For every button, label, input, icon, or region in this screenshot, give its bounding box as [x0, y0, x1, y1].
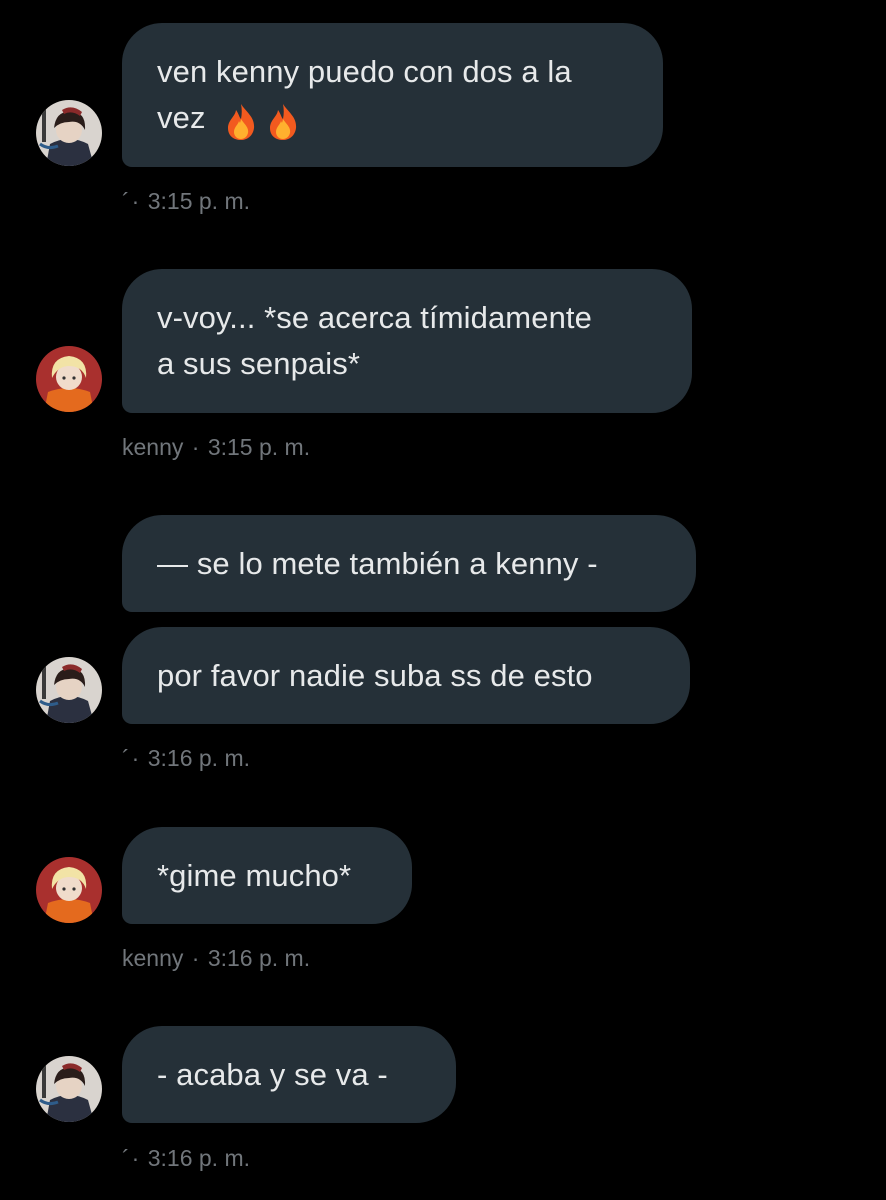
- meta-glyph: ´: [122, 1145, 130, 1171]
- meta-separator: ·: [131, 745, 140, 771]
- message-time: 3:16 p. m.: [147, 1145, 251, 1171]
- meta-glyph: ´: [122, 188, 130, 214]
- message-text: por favor nadie suba ss de esto: [157, 657, 593, 693]
- dm-conversation: ven kenny puedo con dos a la vez ´· 3:15…: [0, 0, 886, 1200]
- message-bubble[interactable]: - acaba y se va -: [122, 1026, 456, 1123]
- dark-haired-user-avatar-icon[interactable]: [36, 100, 102, 166]
- message-text: — se lo mete también a kenny -: [157, 545, 598, 581]
- fire-emoji-pair: [220, 103, 300, 141]
- message-text: *gime mucho*: [157, 857, 352, 893]
- message-bubble[interactable]: por favor nadie suba ss de esto: [122, 627, 690, 724]
- meta-glyph: ´: [122, 745, 130, 771]
- message-bubble[interactable]: ven kenny puedo con dos a la vez: [122, 23, 663, 167]
- message-time: 3:15 p. m.: [207, 434, 311, 460]
- meta-separator: ·: [191, 434, 200, 460]
- blonde-user-avatar-icon[interactable]: [36, 857, 102, 923]
- meta-separator: ·: [131, 1145, 140, 1171]
- dark-haired-user-avatar-icon[interactable]: [36, 1056, 102, 1122]
- message-bubble[interactable]: v-voy... *se acerca tímidamente a sus se…: [122, 269, 692, 413]
- fire-icon: [228, 104, 255, 140]
- sender-name[interactable]: kenny: [122, 945, 183, 971]
- meta-separator: ·: [191, 945, 200, 971]
- meta-separator: ·: [131, 188, 140, 214]
- message-meta: kenny · 3:15 p. m.: [122, 432, 310, 462]
- message-text: - acaba y se va -: [157, 1056, 388, 1092]
- message-time: 3:15 p. m.: [147, 188, 251, 214]
- message-meta: ´· 3:16 p. m.: [122, 1143, 250, 1173]
- message-bubble[interactable]: — se lo mete también a kenny -: [122, 515, 696, 612]
- message-meta: ´· 3:15 p. m.: [122, 186, 250, 216]
- sender-name[interactable]: kenny: [122, 434, 183, 460]
- message-text: v-voy... *se acerca tímidamente a sus se…: [157, 300, 592, 381]
- message-meta: kenny · 3:16 p. m.: [122, 943, 310, 973]
- message-time: 3:16 p. m.: [207, 945, 311, 971]
- fire-icon: [270, 104, 297, 140]
- dark-haired-user-avatar-icon[interactable]: [36, 657, 102, 723]
- blonde-user-avatar-icon[interactable]: [36, 346, 102, 412]
- message-meta: ´· 3:16 p. m.: [122, 743, 250, 773]
- message-time: 3:16 p. m.: [147, 745, 251, 771]
- message-bubble[interactable]: *gime mucho*: [122, 827, 412, 924]
